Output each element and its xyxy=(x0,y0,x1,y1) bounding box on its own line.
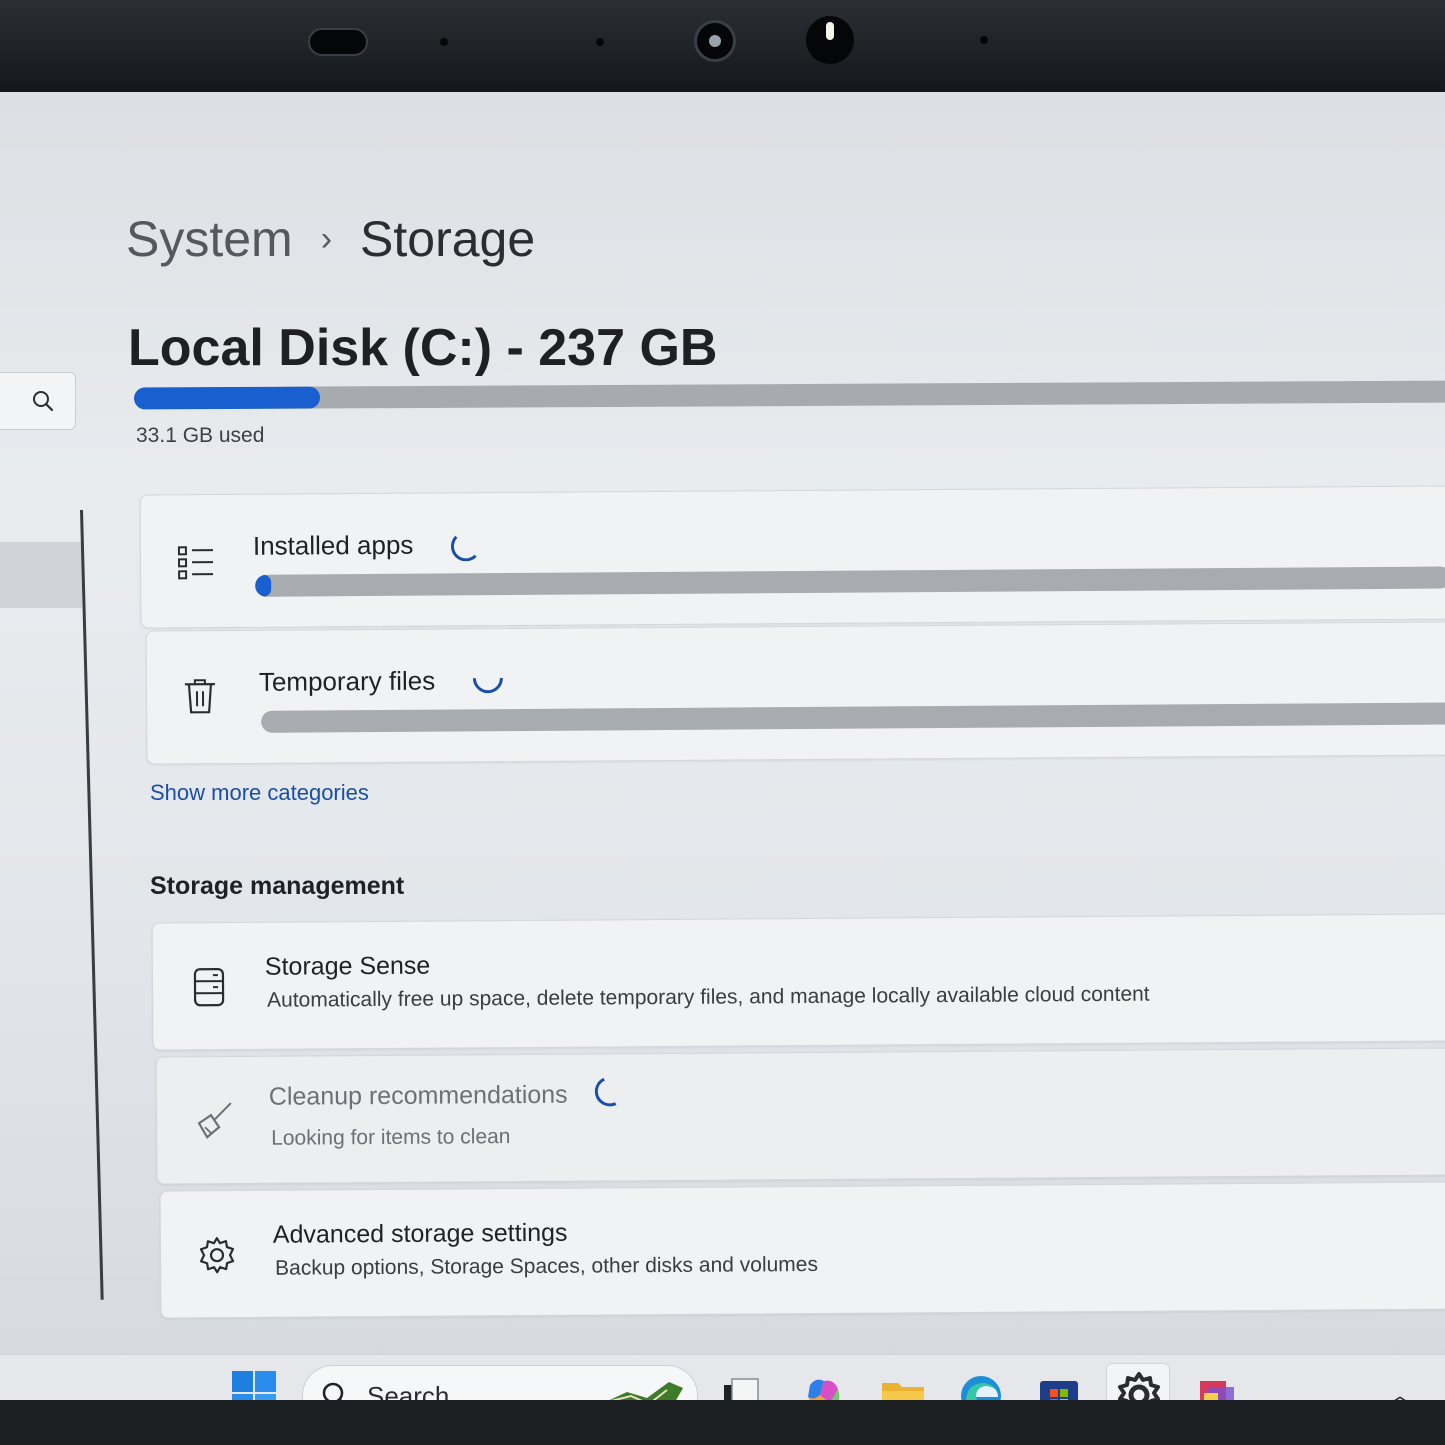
loading-spinner-icon xyxy=(450,531,482,562)
page-title: Storage xyxy=(360,211,536,267)
disk-title: Local Disk (C:) - 237 GB xyxy=(128,319,718,377)
category-usage-fill xyxy=(255,574,272,597)
category-usage-bar xyxy=(255,566,1445,597)
settings-window: System › Storage Local Disk (C:) - 237 G… xyxy=(0,92,1445,1445)
category-temporary-files[interactable]: Temporary files xyxy=(145,621,1445,765)
chevron-right-icon: › xyxy=(320,219,333,258)
loading-spinner-icon xyxy=(590,1072,629,1111)
sensor-dot xyxy=(980,36,988,44)
row-title: Advanced storage settings xyxy=(272,1218,568,1249)
nav-divider xyxy=(80,509,104,1300)
laptop-bezel-bottom xyxy=(0,1400,1445,1445)
gear-icon xyxy=(199,1237,235,1274)
search-icon xyxy=(33,391,54,412)
row-subtitle: Backup options, Storage Spaces, other di… xyxy=(275,1252,818,1280)
storage-management-heading: Storage management xyxy=(150,872,405,900)
category-usage-bar xyxy=(261,702,1445,733)
category-installed-apps[interactable]: Installed apps xyxy=(139,485,1445,629)
row-title: Cleanup recommendations xyxy=(268,1080,568,1111)
breadcrumb: System › Storage xyxy=(126,210,535,268)
row-subtitle: Looking for items to clean xyxy=(271,1125,511,1150)
row-subtitle: Automatically free up space, delete temp… xyxy=(267,982,1150,1012)
broom-icon xyxy=(197,1102,232,1139)
breadcrumb-system[interactable]: System xyxy=(126,210,293,268)
laptop-bezel xyxy=(0,0,1445,92)
storage-sense-row[interactable]: Storage Sense Automatically free up spac… xyxy=(151,913,1445,1051)
ir-camera-icon xyxy=(806,16,854,64)
nav-selected-item[interactable] xyxy=(0,542,82,608)
show-more-categories-link[interactable]: Show more categories xyxy=(150,780,369,806)
sensor-dot xyxy=(440,38,448,46)
loading-spinner-icon xyxy=(466,657,510,700)
advanced-storage-settings-row[interactable]: Advanced storage settings Backup options… xyxy=(159,1181,1445,1319)
webcam-icon xyxy=(694,20,736,62)
disk-usage-fill xyxy=(133,386,321,410)
storage-sense-icon xyxy=(193,968,225,1007)
category-label: Temporary files xyxy=(258,665,436,697)
trash-icon xyxy=(184,679,215,714)
disk-usage-bar xyxy=(133,380,1445,410)
settings-search-box[interactable] xyxy=(0,372,76,430)
disk-used-label: 33.1 GB used xyxy=(136,424,265,447)
category-label: Installed apps xyxy=(252,529,414,561)
cleanup-recommendations-row[interactable]: Cleanup recommendations Looking for item… xyxy=(155,1047,1445,1185)
row-title: Storage Sense xyxy=(264,951,431,981)
sensor-pill xyxy=(308,28,368,56)
sensor-dot xyxy=(596,38,604,46)
list-icon xyxy=(177,546,214,580)
